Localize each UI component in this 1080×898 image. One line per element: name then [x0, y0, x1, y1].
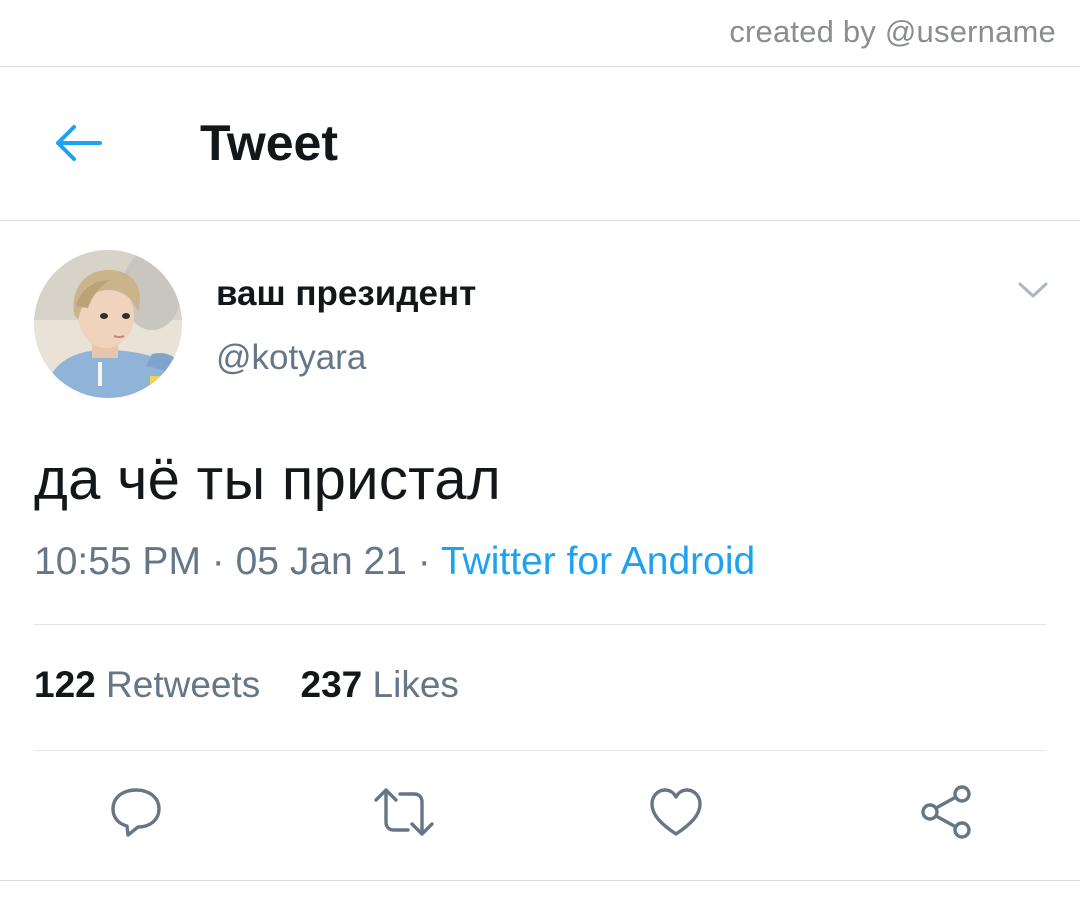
- retweet-button[interactable]: [372, 782, 436, 846]
- tweet-options-button[interactable]: [1010, 276, 1056, 308]
- author-handle[interactable]: @kotyara: [216, 338, 366, 378]
- retweets-count: 122: [34, 664, 96, 705]
- header-divider: [0, 220, 1080, 221]
- meta-divider: [34, 624, 1046, 625]
- arrow-left-icon: [52, 123, 102, 168]
- likes-count: 237: [300, 664, 363, 705]
- watermark: created by @username: [729, 14, 1056, 49]
- tweet-page: created by @username Tweet ваш президент…: [0, 0, 1080, 898]
- author-display-name[interactable]: ваш президент: [216, 274, 476, 314]
- retweet-icon: [372, 784, 436, 845]
- likes-label: Likes: [372, 664, 459, 705]
- top-divider: [0, 66, 1080, 67]
- share-button[interactable]: [914, 782, 978, 846]
- tweet-date: 05 Jan 21: [235, 540, 407, 583]
- heart-icon: [647, 784, 705, 845]
- chevron-down-icon: [1017, 280, 1049, 305]
- tweet-meta: 10:55 PM · 05 Jan 21 · Twitter for Andro…: [34, 540, 755, 584]
- likes-stat[interactable]: 237 Likes: [301, 664, 459, 706]
- reply-button[interactable]: [104, 782, 168, 846]
- retweets-stat[interactable]: 122 Retweets: [34, 664, 260, 706]
- back-button[interactable]: [44, 112, 110, 178]
- retweets-label: Retweets: [106, 664, 261, 705]
- tweet-stats: 122 Retweets 237 Likes: [34, 664, 489, 706]
- tweet-time: 10:55 PM: [34, 540, 201, 583]
- stats-divider: [34, 750, 1046, 751]
- meta-separator: ·: [406, 540, 441, 583]
- share-icon: [918, 784, 974, 845]
- page-title: Tweet: [200, 115, 338, 171]
- like-button[interactable]: [644, 782, 708, 846]
- header-bar: Tweet: [0, 68, 1080, 220]
- tweet-source-link[interactable]: Twitter for Android: [441, 540, 755, 583]
- meta-separator: ·: [200, 540, 236, 583]
- avatar[interactable]: [34, 250, 182, 398]
- tweet-text: да чё ты пристал: [34, 447, 502, 512]
- reply-icon: [108, 784, 164, 845]
- bottom-divider: [0, 880, 1080, 881]
